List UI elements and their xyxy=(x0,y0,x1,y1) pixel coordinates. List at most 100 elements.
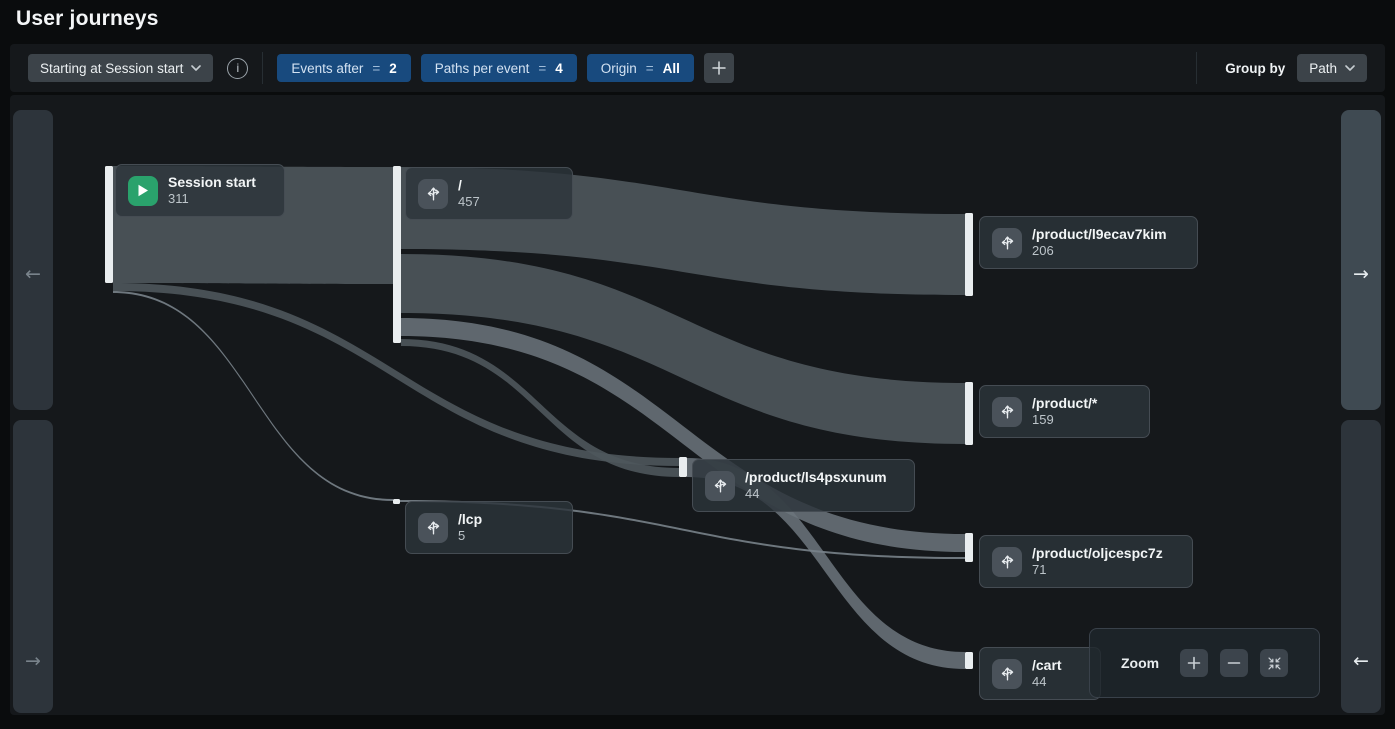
filter-value: 2 xyxy=(389,61,397,76)
filter-chip-events-after[interactable]: Events after = 2 xyxy=(277,54,410,82)
node-text: Session start311 xyxy=(168,174,256,207)
zoom-in-button[interactable] xyxy=(1180,649,1208,677)
node-text: /457 xyxy=(458,177,480,210)
path-split-icon xyxy=(998,233,1017,252)
arrow-right-icon: → xyxy=(1341,263,1381,285)
node-count: 44 xyxy=(745,486,887,502)
groupby-divider xyxy=(1196,52,1197,84)
chevron-down-icon xyxy=(191,65,201,71)
node-count: 206 xyxy=(1032,243,1167,259)
zoom-buttons xyxy=(1180,649,1288,677)
path-node-card-lcp[interactable]: /lcp5 xyxy=(405,501,573,554)
node-title: /cart xyxy=(1032,657,1062,674)
path-split-icon xyxy=(998,664,1017,683)
node-count: 457 xyxy=(458,194,480,210)
path-split-icon xyxy=(998,402,1017,421)
session-start-icon xyxy=(128,176,158,206)
toolbar-right: Group by Path xyxy=(1182,52,1367,84)
zoom-fit-button[interactable] xyxy=(1260,649,1288,677)
toolbar: Starting at Session start i Events after… xyxy=(10,44,1385,92)
sankey-node-bar-product_ls4[interactable] xyxy=(679,457,687,477)
rail-button-left-top[interactable]: ← xyxy=(13,110,53,410)
fit-view-icon xyxy=(1267,656,1282,671)
node-text: /cart44 xyxy=(1032,657,1062,690)
node-text: /product/oljcespc7z71 xyxy=(1032,545,1163,578)
path-node-card-root[interactable]: /457 xyxy=(405,167,573,220)
path-node-card-product_star[interactable]: /product/*159 xyxy=(979,385,1150,438)
plus-icon xyxy=(711,60,727,76)
rail-button-right-bottom[interactable]: ← xyxy=(1341,420,1381,713)
sankey-link-session_start-to-lcp[interactable] xyxy=(113,291,393,501)
path-node-card-product_ls4[interactable]: /product/ls4psxunum44 xyxy=(692,459,915,512)
path-split-icon xyxy=(424,184,443,203)
starting-point-selector[interactable]: Starting at Session start xyxy=(28,54,213,82)
node-text: /product/l9ecav7kim206 xyxy=(1032,226,1167,259)
filter-operator: = xyxy=(372,61,380,76)
arrow-left-icon: ← xyxy=(13,263,53,285)
node-count: 71 xyxy=(1032,562,1163,578)
sankey-node-bar-cart[interactable] xyxy=(965,652,973,669)
path-node-card-product_l9[interactable]: /product/l9ecav7kim206 xyxy=(979,216,1198,269)
zoom-out-button[interactable] xyxy=(1220,649,1248,677)
path-node-card-product_olj[interactable]: /product/oljcespc7z71 xyxy=(979,535,1193,588)
node-title: / xyxy=(458,177,480,194)
filter-chip-origin[interactable]: Origin = All xyxy=(587,54,694,82)
node-text: /product/ls4psxunum44 xyxy=(745,469,887,502)
sankey-node-bar-root[interactable] xyxy=(393,166,401,343)
node-title: /product/oljcespc7z xyxy=(1032,545,1163,562)
sankey-node-bar-product_star[interactable] xyxy=(965,382,973,445)
filter-label: Events after xyxy=(291,61,363,76)
path-node-icon xyxy=(418,179,448,209)
toolbar-divider xyxy=(262,52,263,84)
path-node-icon xyxy=(992,659,1022,689)
zoom-panel: Zoom xyxy=(1089,628,1320,698)
sankey-node-bar-session_start[interactable] xyxy=(105,166,113,283)
chevron-down-icon xyxy=(1345,65,1355,71)
filter-chips: Events after = 2 Paths per event = 4 Origin = Al… xyxy=(277,54,694,82)
path-split-icon xyxy=(424,518,443,537)
filter-label: Origin xyxy=(601,61,637,76)
zoom-label: Zoom xyxy=(1121,655,1159,671)
node-title: Session start xyxy=(168,174,256,191)
path-node-icon xyxy=(992,547,1022,577)
path-split-icon xyxy=(711,476,730,495)
node-title: /product/ls4psxunum xyxy=(745,469,887,486)
path-node-card-cart[interactable]: /cart44 xyxy=(979,647,1101,700)
filter-value: 4 xyxy=(555,61,563,76)
node-title: /product/* xyxy=(1032,395,1097,412)
paths-canvas: Session start311/457/product/l9ecav7kim2… xyxy=(10,95,1385,715)
arrow-right-icon: → xyxy=(13,650,53,672)
group-by-value: Path xyxy=(1309,61,1337,76)
user-journeys-app: User journeys Starting at Session start … xyxy=(0,0,1395,729)
plus-icon xyxy=(1187,656,1201,670)
add-filter-button[interactable] xyxy=(704,53,734,83)
arrow-left-icon: ← xyxy=(1341,650,1381,672)
sankey-node-bar-product_olj[interactable] xyxy=(965,533,973,562)
node-count: 44 xyxy=(1032,674,1062,690)
node-title: /product/l9ecav7kim xyxy=(1032,226,1167,243)
path-node-icon xyxy=(992,228,1022,258)
rail-button-right-top[interactable]: → xyxy=(1341,110,1381,410)
minus-icon xyxy=(1227,656,1241,670)
group-by-label: Group by xyxy=(1225,61,1285,76)
info-icon[interactable]: i xyxy=(227,58,248,79)
node-count: 159 xyxy=(1032,412,1097,428)
path-node-card-session_start[interactable]: Session start311 xyxy=(115,164,285,217)
filter-operator: = xyxy=(538,61,546,76)
filter-operator: = xyxy=(646,61,654,76)
sankey-node-bar-lcp[interactable] xyxy=(393,499,400,504)
path-node-icon xyxy=(705,471,735,501)
node-text: /lcp5 xyxy=(458,511,482,544)
rail-button-left-bottom[interactable]: → xyxy=(13,420,53,713)
path-node-icon xyxy=(418,513,448,543)
path-split-icon xyxy=(998,552,1017,571)
node-count: 5 xyxy=(458,528,482,544)
sankey-node-bar-product_l9[interactable] xyxy=(965,213,973,296)
filter-chip-paths-per-event[interactable]: Paths per event = 4 xyxy=(421,54,577,82)
filter-label: Paths per event xyxy=(435,61,530,76)
page-title: User journeys xyxy=(16,7,159,31)
path-node-icon xyxy=(992,397,1022,427)
group-by-selector[interactable]: Path xyxy=(1297,54,1367,82)
filter-value: All xyxy=(663,61,680,76)
node-text: /product/*159 xyxy=(1032,395,1097,428)
